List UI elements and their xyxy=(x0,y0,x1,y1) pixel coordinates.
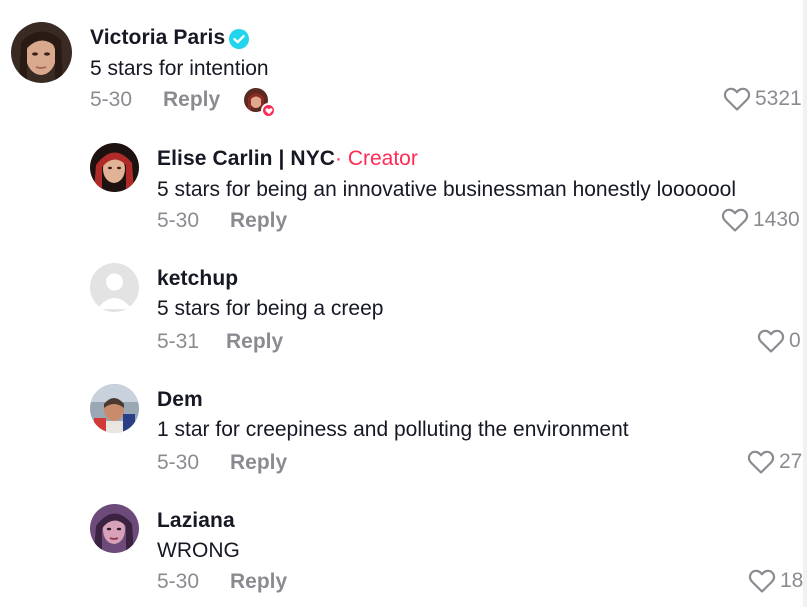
username[interactable]: ketchup xyxy=(157,267,238,291)
like-count: 18 xyxy=(780,569,804,592)
comment-text: 5 stars for being an innovative business… xyxy=(157,178,737,201)
verified-badge-icon xyxy=(229,29,249,49)
reply-button[interactable]: Reply xyxy=(230,570,287,594)
scrollbar-track[interactable] xyxy=(803,0,807,607)
default-avatar-icon[interactable] xyxy=(90,263,139,312)
like-count: 1430 xyxy=(753,208,800,231)
comment-date: 5-30 xyxy=(157,451,200,474)
reply-button[interactable]: Reply xyxy=(163,88,220,112)
heart-outline-icon xyxy=(757,329,785,353)
comment-text: WRONG xyxy=(157,539,240,562)
reply-button[interactable]: Reply xyxy=(230,209,287,233)
comments-panel: Victoria Paris 5 stars for intention 5-3… xyxy=(0,0,807,607)
like-button[interactable]: 5321 xyxy=(723,86,802,112)
heart-outline-icon xyxy=(748,569,776,593)
avatar[interactable] xyxy=(90,384,139,433)
like-button[interactable]: 27 xyxy=(747,449,802,475)
heart-outline-icon xyxy=(747,450,775,474)
username[interactable]: Elise Carlin | NYC xyxy=(157,147,335,171)
heart-outline-icon xyxy=(723,87,751,111)
comment-date: 5-30 xyxy=(90,88,133,111)
username[interactable]: Victoria Paris xyxy=(90,26,225,50)
like-count: 27 xyxy=(779,450,803,473)
heart-icon xyxy=(261,103,276,118)
like-button[interactable]: 0 xyxy=(757,328,801,354)
like-button[interactable]: 18 xyxy=(748,568,803,594)
comment-text: 5 stars for being a creep xyxy=(157,297,384,320)
comment-date: 5-30 xyxy=(157,209,200,232)
reply-button[interactable]: Reply xyxy=(230,451,287,475)
comment-text: 5 stars for intention xyxy=(90,57,269,80)
avatar[interactable] xyxy=(90,504,139,553)
avatar[interactable] xyxy=(11,22,72,83)
creator-tag: · Creator xyxy=(335,147,418,170)
avatar[interactable] xyxy=(90,143,139,192)
username[interactable]: Dem xyxy=(157,388,203,412)
liked-by-creator-badge xyxy=(244,88,276,118)
reply-button[interactable]: Reply xyxy=(226,330,283,354)
like-count: 5321 xyxy=(755,87,802,110)
username[interactable]: Laziana xyxy=(157,509,235,533)
like-count: 0 xyxy=(789,329,801,352)
like-button[interactable]: 1430 xyxy=(721,207,800,233)
comment-date: 5-30 xyxy=(157,570,200,593)
comment-text: 1 star for creepiness and polluting the … xyxy=(157,418,629,441)
heart-outline-icon xyxy=(721,208,749,232)
comment-date: 5-31 xyxy=(157,330,200,353)
